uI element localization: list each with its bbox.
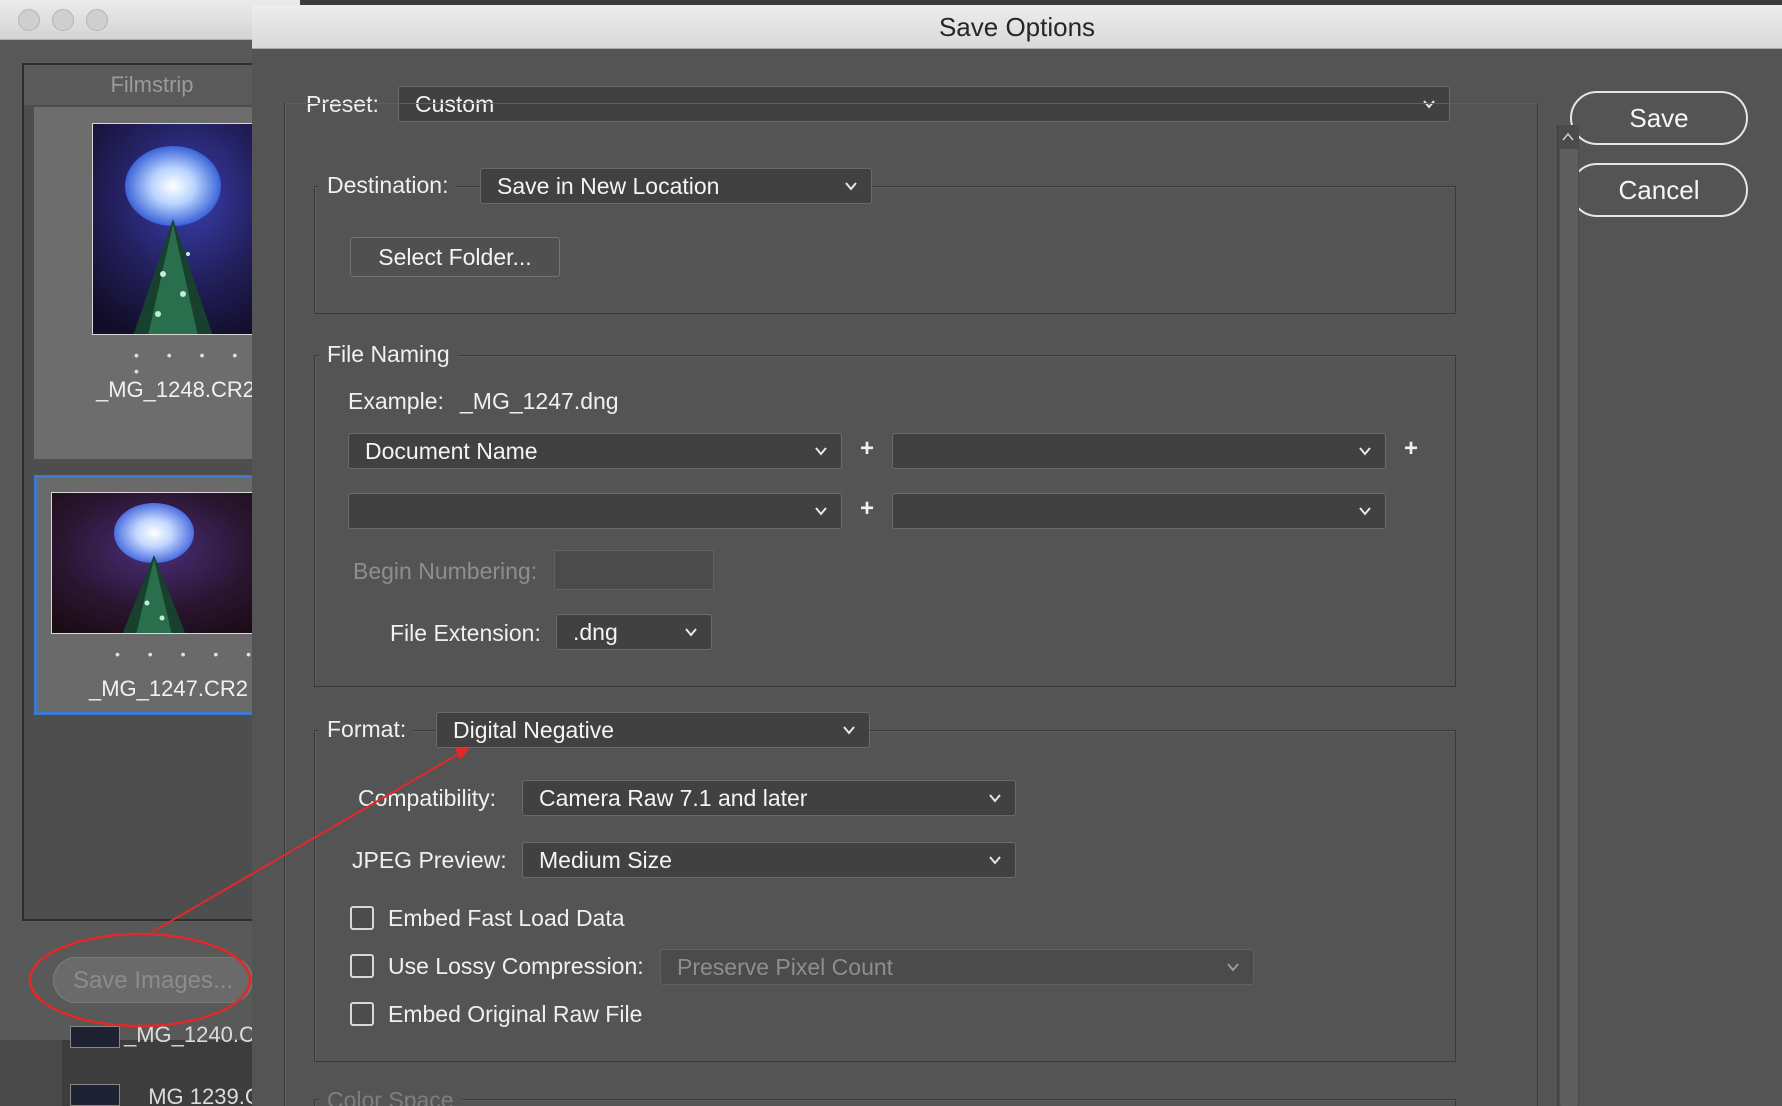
- chevron-down-icon: [989, 856, 1001, 865]
- file-extension-value: .dng: [573, 619, 618, 645]
- mini-thumbnail[interactable]: [70, 1084, 120, 1106]
- plus-icon: +: [860, 495, 875, 522]
- format-select[interactable]: Digital Negative: [436, 712, 870, 748]
- filmstrip-panel: Filmstrip • • • • • _MG_1248.CR2 • • • •…: [22, 63, 282, 921]
- example-label: Example:: [348, 388, 444, 414]
- chevron-down-icon: [989, 794, 1001, 803]
- partial-filename: _MG 1239.C: [136, 1084, 261, 1106]
- jpeg-preview-value: Medium Size: [539, 847, 672, 873]
- chevron-down-icon: [1359, 447, 1371, 456]
- lossy-compression-value: Preserve Pixel Count: [677, 954, 894, 980]
- embed-fast-load-label: Embed Fast Load Data: [388, 905, 625, 931]
- zoom-window-button[interactable]: [86, 9, 108, 31]
- embed-fast-load-checkbox[interactable]: [350, 906, 374, 930]
- mini-thumbnail[interactable]: [70, 1026, 120, 1048]
- plus-icon: +: [860, 435, 875, 462]
- save-options-dialog: Save Options Preset: Custom Save Cancel …: [252, 5, 1782, 1106]
- format-value: Digital Negative: [453, 717, 615, 743]
- compatibility-value: Camera Raw 7.1 and later: [539, 785, 808, 811]
- cancel-button[interactable]: Cancel: [1570, 163, 1748, 217]
- filmstrip-thumbnail-1[interactable]: • • • • • _MG_1248.CR2: [34, 107, 282, 459]
- scrollbar-thumb[interactable]: [1560, 149, 1578, 1106]
- filmstrip-continuation: _MG_1240.C _MG 1239.C: [62, 1022, 261, 1106]
- dialog-title: Save Options: [252, 5, 1782, 49]
- embed-original-label: Embed Original Raw File: [388, 1001, 643, 1027]
- begin-numbering-label: Begin Numbering:: [353, 558, 538, 584]
- lossy-compression-checkbox[interactable]: [350, 954, 374, 978]
- close-window-button[interactable]: [18, 9, 40, 31]
- destination-value: Save in New Location: [497, 173, 720, 199]
- naming-field-4[interactable]: [892, 493, 1386, 529]
- file-extension-label: File Extension:: [390, 620, 541, 646]
- color-space-title: Color Space: [319, 1087, 462, 1106]
- begin-numbering-input[interactable]: [554, 550, 714, 590]
- chevron-down-icon: [1227, 963, 1239, 972]
- chevron-down-icon: [1359, 507, 1371, 516]
- destination-label: Destination:: [319, 172, 457, 199]
- format-label: Format:: [319, 716, 415, 743]
- save-images-button[interactable]: Save Images...: [53, 957, 253, 1003]
- thumbnail-image: [51, 492, 281, 634]
- thumbnail-filename: _MG_1248.CR2: [96, 377, 255, 402]
- jpeg-preview-label: JPEG Preview:: [352, 847, 507, 873]
- rating-dots[interactable]: • • • • •: [115, 646, 263, 662]
- settings-scrollbar[interactable]: [1557, 125, 1579, 1106]
- embed-original-checkbox[interactable]: [350, 1002, 374, 1026]
- select-folder-button[interactable]: Select Folder...: [350, 237, 560, 277]
- partial-filename: _MG_1240.C: [124, 1022, 255, 1047]
- lossy-compression-label: Use Lossy Compression:: [388, 953, 644, 979]
- thumbnail-filename: _MG_1247.CR2: [89, 676, 248, 701]
- naming-field-value: Document Name: [365, 438, 538, 464]
- example-value: _MG_1247.dng: [460, 388, 619, 414]
- destination-select[interactable]: Save in New Location: [480, 168, 872, 204]
- save-button[interactable]: Save: [1570, 91, 1748, 145]
- naming-field-1[interactable]: Document Name: [348, 433, 842, 469]
- file-naming-title: File Naming: [319, 341, 458, 368]
- color-space-group: [314, 1099, 1456, 1106]
- compatibility-label: Compatibility:: [358, 785, 497, 811]
- plus-icon: +: [1404, 435, 1419, 462]
- filmstrip-thumbnail-2[interactable]: • • • • • _MG_1247.CR2: [34, 475, 281, 715]
- chevron-down-icon: [815, 447, 827, 456]
- chevron-down-icon: [815, 507, 827, 516]
- filmstrip-title: Filmstrip: [24, 65, 280, 105]
- chevron-down-icon: [845, 182, 857, 191]
- scroll-up-icon[interactable]: [1562, 131, 1574, 143]
- chevron-down-icon: [685, 628, 697, 637]
- naming-field-2[interactable]: [892, 433, 1386, 469]
- compatibility-select[interactable]: Camera Raw 7.1 and later: [522, 780, 1016, 816]
- naming-field-3[interactable]: [348, 493, 842, 529]
- chevron-down-icon: [843, 726, 855, 735]
- lossy-compression-select[interactable]: Preserve Pixel Count: [660, 949, 1254, 985]
- minimize-window-button[interactable]: [52, 9, 74, 31]
- jpeg-preview-select[interactable]: Medium Size: [522, 842, 1016, 878]
- file-extension-select[interactable]: .dng: [556, 614, 712, 650]
